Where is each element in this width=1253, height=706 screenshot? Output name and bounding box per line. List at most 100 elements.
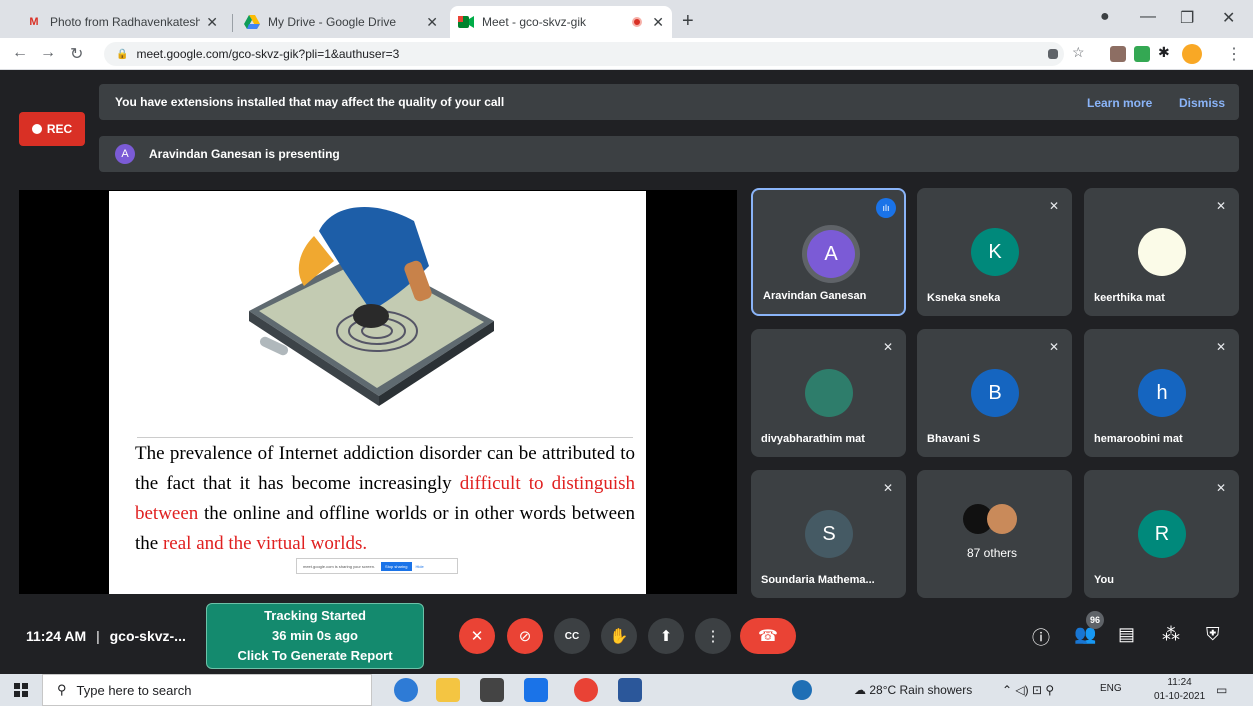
mic-off-icon: ✕: [1215, 340, 1227, 354]
host-controls-icon[interactable]: ⛨: [1206, 624, 1220, 645]
avatar: B: [971, 369, 1019, 417]
participant-name: keerthika mat: [1094, 292, 1165, 304]
participant-tile[interactable]: ✕ keerthika mat: [1084, 188, 1239, 316]
help-icon[interactable]: [792, 680, 812, 700]
star-icon[interactable]: ☆: [1072, 44, 1085, 61]
weather-widget[interactable]: ☁ 28°C Rain showers: [854, 683, 972, 697]
participant-name: You: [1094, 574, 1114, 586]
back-icon[interactable]: ←: [12, 44, 28, 62]
participant-name: Ksneka sneka: [927, 292, 1001, 304]
tab-title: My Drive - Google Drive: [268, 15, 397, 29]
generate-report-button[interactable]: Tracking Started 36 min 0s ago Click To …: [206, 603, 424, 669]
hand-icon: ✋: [609, 628, 629, 645]
edge-icon[interactable]: [394, 678, 418, 702]
gmail-icon: M: [29, 16, 39, 28]
clock-date: 01-10-2021: [1154, 691, 1206, 702]
clock-time: 11:24: [1167, 677, 1192, 688]
slide-text: The prevalence of Internet addiction dis…: [135, 439, 635, 559]
info-icon[interactable]: ⓘ: [1032, 624, 1050, 650]
leave-call-button[interactable]: ☎: [740, 618, 796, 654]
participant-tile[interactable]: ✕ B Bhavani S: [917, 329, 1072, 457]
present-icon: ⬆: [659, 628, 673, 645]
camera-off-button[interactable]: ⊘: [507, 618, 543, 654]
close-icon[interactable]: ✕: [206, 14, 218, 31]
close-icon[interactable]: ✕: [652, 14, 664, 31]
notification-icon[interactable]: ▭: [1216, 683, 1227, 697]
participant-tile[interactable]: ✕ S Soundaria Mathema...: [751, 470, 906, 598]
taskbar-clock[interactable]: 11:24 01-10-2021: [1154, 676, 1205, 704]
avatar: A: [807, 230, 855, 278]
others-tile[interactable]: 87 others: [917, 470, 1072, 598]
windows-taskbar: ⚲ Type here to search ☁ 28°C Rain shower…: [0, 674, 1253, 706]
drive-icon: [244, 14, 260, 30]
cloud-icon: ☁: [854, 683, 866, 697]
participant-tile[interactable]: ✕ K Ksneka sneka: [917, 188, 1072, 316]
more-options-button[interactable]: ⋮: [695, 618, 731, 654]
hide-button[interactable]: Hide: [416, 564, 424, 569]
participant-name: Bhavani S: [927, 433, 981, 445]
menu-icon[interactable]: ⋮: [1226, 44, 1242, 64]
profile-icon[interactable]: ●: [1100, 8, 1110, 26]
warning-text: You have extensions installed that may a…: [115, 95, 505, 109]
taskbar-search[interactable]: ⚲ Type here to search: [42, 674, 372, 706]
camera-icon[interactable]: [1048, 49, 1058, 59]
weather-text: 28°C Rain showers: [869, 683, 973, 697]
avatar: R: [1138, 510, 1186, 558]
present-button[interactable]: ⬆: [648, 618, 684, 654]
participant-tile[interactable]: ılı A Aravindan Ganesan: [751, 188, 906, 316]
sharing-notice: meet.google.com is sharing your screen. …: [296, 558, 458, 574]
avatar[interactable]: [1182, 44, 1202, 64]
reload-icon[interactable]: ↻: [70, 44, 83, 64]
tab-gmail[interactable]: M Photo from Radhavenkatesh - ra ✕: [18, 6, 226, 38]
word-icon[interactable]: [618, 678, 642, 702]
url-bar[interactable]: 🔒 meet.google.com/gco-skvz-gik?pli=1&aut…: [104, 42, 1064, 66]
tab-drive[interactable]: My Drive - Google Drive ✕: [236, 6, 446, 38]
avatar: [987, 504, 1017, 534]
chat-icon[interactable]: ▤: [1118, 624, 1135, 645]
participant-tile-self[interactable]: ✕ R You: [1084, 470, 1239, 598]
tab-meet[interactable]: Meet - gco-skvz-gik ✕: [450, 6, 672, 38]
forward-icon[interactable]: →: [40, 44, 56, 62]
others-count: 87 others: [967, 546, 1018, 560]
minimize-icon[interactable]: —: [1140, 8, 1156, 26]
rec-label: REC: [46, 122, 73, 136]
file-explorer-icon[interactable]: [436, 678, 460, 702]
tab-title: Photo from Radhavenkatesh - ra: [50, 15, 201, 29]
chrome-icon[interactable]: [574, 678, 598, 702]
windows-start-icon[interactable]: [14, 683, 28, 697]
tray-icons[interactable]: ⌃ ◁) ⊡ ⚲: [1002, 683, 1054, 697]
dismiss-button[interactable]: Dismiss: [1179, 96, 1225, 110]
participant-tile[interactable]: ✕ divyabharathim mat: [751, 329, 906, 457]
mic-off-button[interactable]: ✕: [459, 618, 495, 654]
stop-sharing-button[interactable]: Stop sharing: [381, 561, 412, 571]
puzzle-icon[interactable]: ✱: [1158, 44, 1170, 61]
share-notice-text: meet.google.com is sharing your screen.: [303, 563, 376, 569]
meeting-code: gco-skvz-...: [109, 628, 186, 644]
activities-icon[interactable]: ⁂: [1162, 624, 1180, 645]
extension-icon[interactable]: [1134, 46, 1150, 62]
learn-more-link[interactable]: Learn more: [1087, 96, 1152, 110]
new-tab-button[interactable]: +: [682, 10, 694, 33]
participant-tile[interactable]: ✕ h hemaroobini mat: [1084, 329, 1239, 457]
restore-icon[interactable]: ❐: [1180, 8, 1194, 28]
meet-icon: [458, 14, 474, 30]
language-indicator[interactable]: ENG: [1100, 683, 1122, 694]
mic-off-icon: ✕: [1048, 340, 1060, 354]
rec-dot-icon: [31, 124, 42, 134]
slide-text-highlight: real and the virtual worlds.: [162, 533, 368, 554]
close-icon[interactable]: ✕: [426, 14, 438, 31]
mail-icon[interactable]: [524, 678, 548, 702]
presenting-banner: A Aravindan Ganesan is presenting: [99, 136, 1239, 172]
mic-off-icon: ✕: [882, 340, 894, 354]
captions-button[interactable]: CC: [554, 618, 590, 654]
browser-tab-strip: M Photo from Radhavenkatesh - ra ✕ My Dr…: [0, 0, 1253, 38]
store-icon[interactable]: [480, 678, 504, 702]
extension-icon[interactable]: [1110, 46, 1126, 62]
mic-off-icon: ✕: [1048, 199, 1060, 213]
camera-off-icon: ⊘: [518, 628, 532, 645]
window-close-icon[interactable]: ✕: [1222, 8, 1235, 28]
search-placeholder: Type here to search: [76, 682, 192, 698]
raise-hand-button[interactable]: ✋: [601, 618, 637, 654]
mic-off-icon: ✕: [1215, 481, 1227, 495]
tab-separator: [232, 14, 233, 32]
